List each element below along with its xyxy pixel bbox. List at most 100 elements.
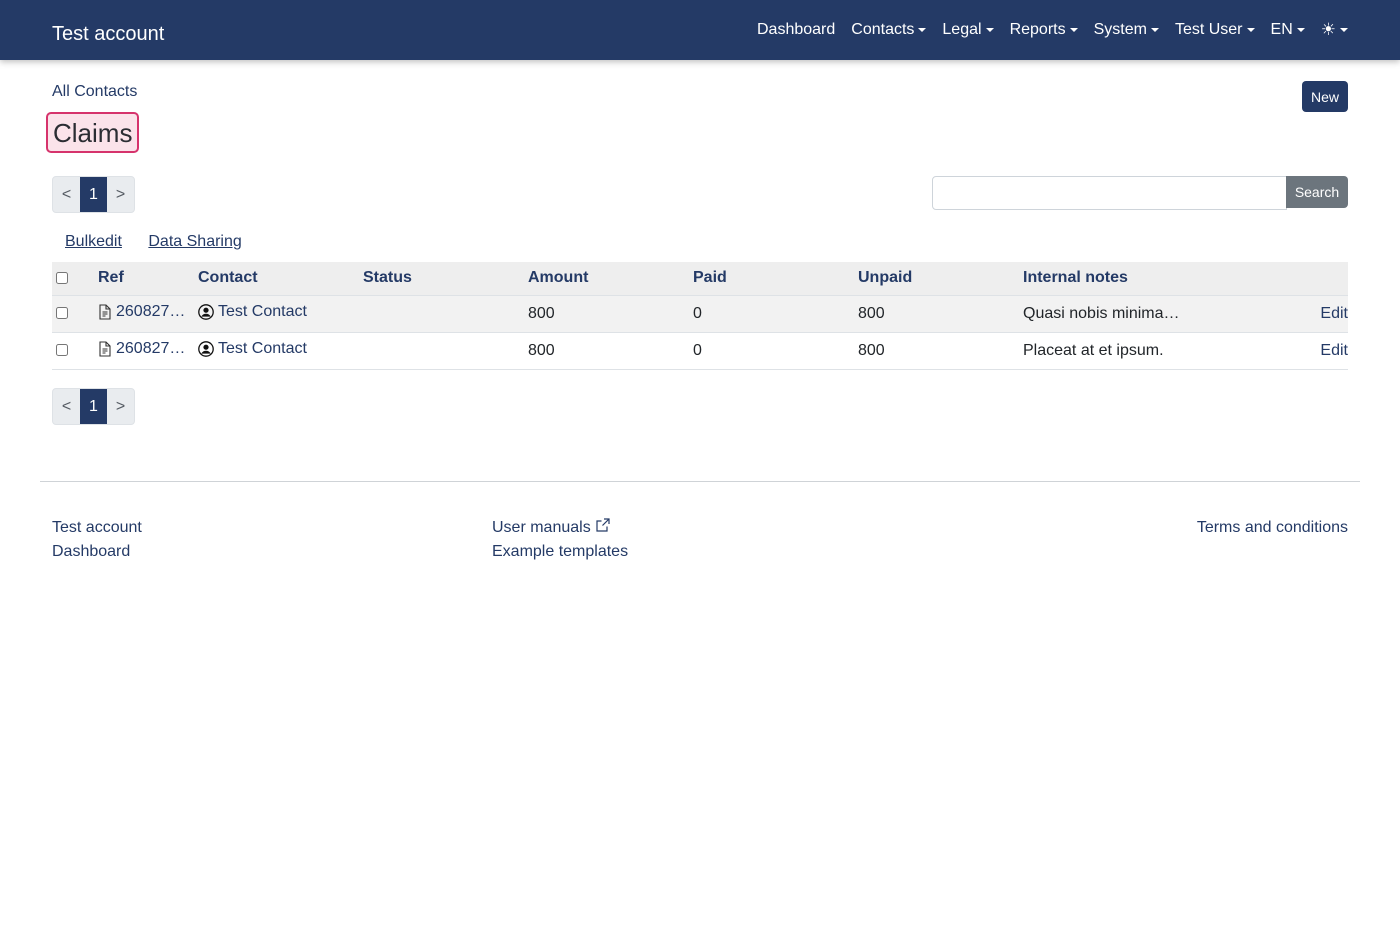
row-checkbox[interactable] (56, 307, 68, 320)
column-header-label: Contact (198, 269, 258, 287)
nav-system-label: System (1093, 21, 1147, 38)
nav-contacts-label: Contacts (851, 21, 915, 38)
column-header-unpaid[interactable]: Unpaid (858, 262, 1023, 295)
search-input[interactable] (932, 176, 1287, 210)
claims-table: Ref Contact Status Amount Paid Unpaid In… (52, 262, 1348, 370)
nav-legal-dropdown[interactable]: Legal (942, 21, 994, 39)
footer-link-user-manuals[interactable]: User manuals (492, 516, 628, 540)
footer-link-example-templates[interactable]: Example templates (492, 540, 628, 564)
pagination-prev[interactable]: < (53, 177, 80, 212)
amount-cell: 800 (528, 341, 555, 359)
brand-link[interactable]: Test account (52, 21, 164, 47)
footer-link-label: User manuals (492, 519, 591, 536)
sun-icon: ☀ (1320, 20, 1336, 39)
nav-system-dropdown[interactable]: System (1094, 21, 1159, 39)
caret-down-icon (1340, 28, 1348, 32)
nav-dashboard[interactable]: Dashboard (757, 21, 835, 39)
actions-cell: Edit (1293, 295, 1348, 332)
page-title: Claims (46, 112, 140, 153)
edit-link[interactable]: Edit (1320, 305, 1348, 322)
caret-down-icon (985, 28, 994, 32)
ref-text: 260827… (116, 302, 186, 320)
unpaid-cell: 800 (858, 304, 885, 322)
contact-name: Test Contact (218, 339, 307, 357)
column-header-label: Paid (693, 269, 727, 287)
column-header-label: Ref (98, 269, 124, 287)
bulk-actions: Bulkedit Data Sharing (65, 233, 264, 251)
nav-user-dropdown[interactable]: Test User (1175, 21, 1255, 39)
select-all-checkbox[interactable] (56, 272, 68, 285)
table-row: 260827… Test Contact 800 0 800 Placeat a… (52, 332, 1348, 369)
nav-user-label: Test User (1174, 21, 1243, 38)
new-claim-button[interactable]: New (1302, 81, 1348, 112)
row-select-cell (52, 332, 98, 369)
column-header-status[interactable]: Status (363, 262, 528, 295)
caret-down-icon (1246, 28, 1255, 32)
nav-language-dropdown[interactable]: EN (1271, 21, 1305, 39)
main-nav: Dashboard Contacts Legal Reports System … (757, 0, 1348, 60)
pagination-page-1[interactable]: 1 (80, 177, 107, 212)
pagination-bottom: < 1 > (52, 388, 135, 425)
footer-link-terms[interactable]: Terms and conditions (1197, 516, 1348, 540)
column-header-label: Amount (528, 269, 589, 287)
row-select-cell (52, 295, 98, 332)
ref-cell: 260827… (98, 332, 198, 369)
contact-name: Test Contact (218, 302, 307, 320)
nav-reports-dropdown[interactable]: Reports (1010, 21, 1078, 39)
nav-dashboard-label: Dashboard (756, 21, 836, 38)
ref-text: 260827… (116, 339, 186, 357)
footer-divider (40, 481, 1360, 482)
pagination-next[interactable]: > (107, 177, 134, 212)
pagination-top: < 1 > (52, 176, 135, 213)
caret-down-icon (1150, 28, 1159, 32)
paid-cell: 0 (693, 341, 702, 359)
pagination-prev[interactable]: < (53, 389, 80, 424)
row-checkbox[interactable] (56, 344, 68, 357)
theme-toggle-dropdown[interactable]: ☀ (1320, 20, 1348, 39)
document-icon (99, 340, 111, 357)
ref-cell: 260827… (98, 295, 198, 332)
ref-link[interactable]: 260827… (98, 303, 185, 321)
actions-cell: Edit (1293, 332, 1348, 369)
status-cell (363, 332, 528, 369)
pagination-next[interactable]: > (107, 389, 134, 424)
footer-link-dashboard[interactable]: Dashboard (52, 540, 142, 564)
person-circle-icon (198, 303, 214, 320)
contact-link[interactable]: Test Contact (198, 340, 307, 358)
bulkedit-link[interactable]: Bulkedit (65, 233, 122, 250)
table-header-row: Ref Contact Status Amount Paid Unpaid In… (52, 262, 1348, 295)
caret-down-icon (918, 28, 927, 32)
unpaid-cell: 800 (858, 341, 885, 359)
document-icon (99, 303, 111, 320)
status-cell (363, 295, 528, 332)
table-row: 260827… Test Contact 800 0 800 Quasi nob… (52, 295, 1348, 332)
search-button[interactable]: Search (1286, 176, 1348, 208)
contact-cell: Test Contact (198, 295, 363, 332)
footer-left-links: Test account Dashboard (52, 516, 142, 564)
column-header-internal-notes[interactable]: Internal notes (1023, 262, 1293, 295)
amount-cell: 800 (528, 304, 555, 322)
data-sharing-link[interactable]: Data Sharing (148, 233, 241, 250)
column-header-label: Internal notes (1023, 269, 1128, 287)
column-header-ref[interactable]: Ref (98, 262, 198, 295)
caret-down-icon (1296, 28, 1305, 32)
ref-link[interactable]: 260827… (98, 340, 185, 358)
footer-link-test-account[interactable]: Test account (52, 516, 142, 540)
pagination-page-1[interactable]: 1 (80, 389, 107, 424)
column-header-label: Status (363, 269, 412, 287)
nav-contacts-dropdown[interactable]: Contacts (851, 21, 927, 39)
person-circle-icon (198, 340, 214, 357)
nav-legal-label: Legal (942, 21, 982, 38)
column-header-contact[interactable]: Contact (198, 262, 363, 295)
caret-down-icon (1069, 28, 1078, 32)
edit-link[interactable]: Edit (1320, 342, 1348, 359)
column-header-actions (1293, 262, 1348, 295)
contact-cell: Test Contact (198, 332, 363, 369)
contact-link[interactable]: Test Contact (198, 303, 307, 321)
select-all-cell (52, 262, 98, 295)
column-header-amount[interactable]: Amount (528, 262, 693, 295)
footer-middle-links: User manuals Example templates (492, 516, 628, 564)
breadcrumb-all-contacts[interactable]: All Contacts (52, 83, 137, 101)
column-header-paid[interactable]: Paid (693, 262, 858, 295)
column-header-label: Unpaid (858, 269, 913, 287)
